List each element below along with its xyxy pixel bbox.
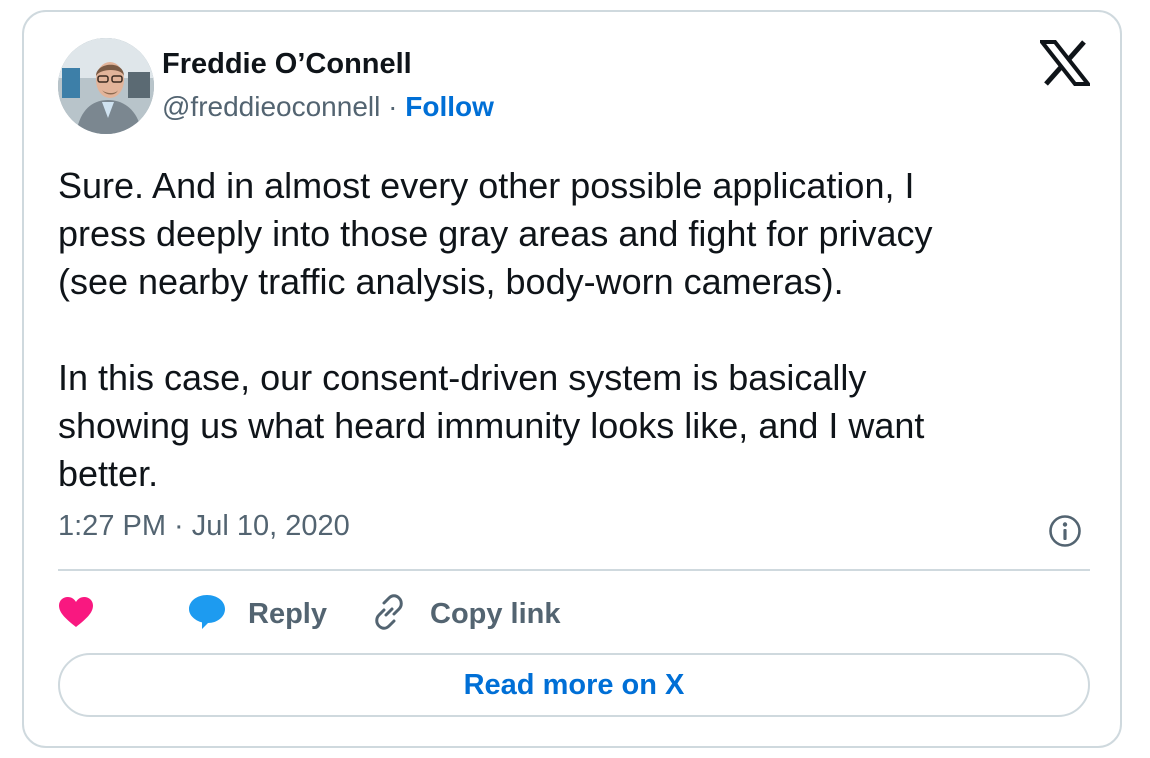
- x-logo-icon[interactable]: [1037, 40, 1093, 86]
- separator-dot: ·: [388, 91, 398, 122]
- reply-button[interactable]: Reply: [188, 592, 327, 636]
- divider: [58, 569, 1090, 571]
- heart-icon: [58, 596, 94, 633]
- speech-bubble-icon: [188, 594, 226, 635]
- read-more-button[interactable]: Read more on X: [58, 653, 1090, 717]
- tweet-card: Freddie O’Connell @freddieoconnell · Fol…: [22, 10, 1122, 748]
- avatar[interactable]: [58, 38, 154, 134]
- reply-label: Reply: [248, 597, 327, 630]
- copy-link-label: Copy link: [430, 597, 561, 630]
- tweet-paragraph: In this case, our consent-driven system …: [58, 357, 925, 494]
- avatar-image: [58, 38, 154, 134]
- like-button[interactable]: [58, 592, 94, 636]
- author-handle-row: @freddieoconnell · Follow: [162, 91, 494, 123]
- info-icon[interactable]: [1048, 514, 1082, 548]
- author-name[interactable]: Freddie O’Connell: [162, 48, 412, 81]
- tweet-timestamp[interactable]: 1:27 PM · Jul 10, 2020: [58, 510, 350, 543]
- tweet-text: Sure. And in almost every other possible…: [58, 162, 1068, 498]
- link-icon: [370, 593, 408, 636]
- follow-link[interactable]: Follow: [405, 91, 494, 122]
- author-handle[interactable]: @freddieoconnell: [162, 91, 380, 122]
- copy-link-button[interactable]: Copy link: [370, 592, 561, 636]
- tweet-paragraph: Sure. And in almost every other possible…: [58, 165, 933, 302]
